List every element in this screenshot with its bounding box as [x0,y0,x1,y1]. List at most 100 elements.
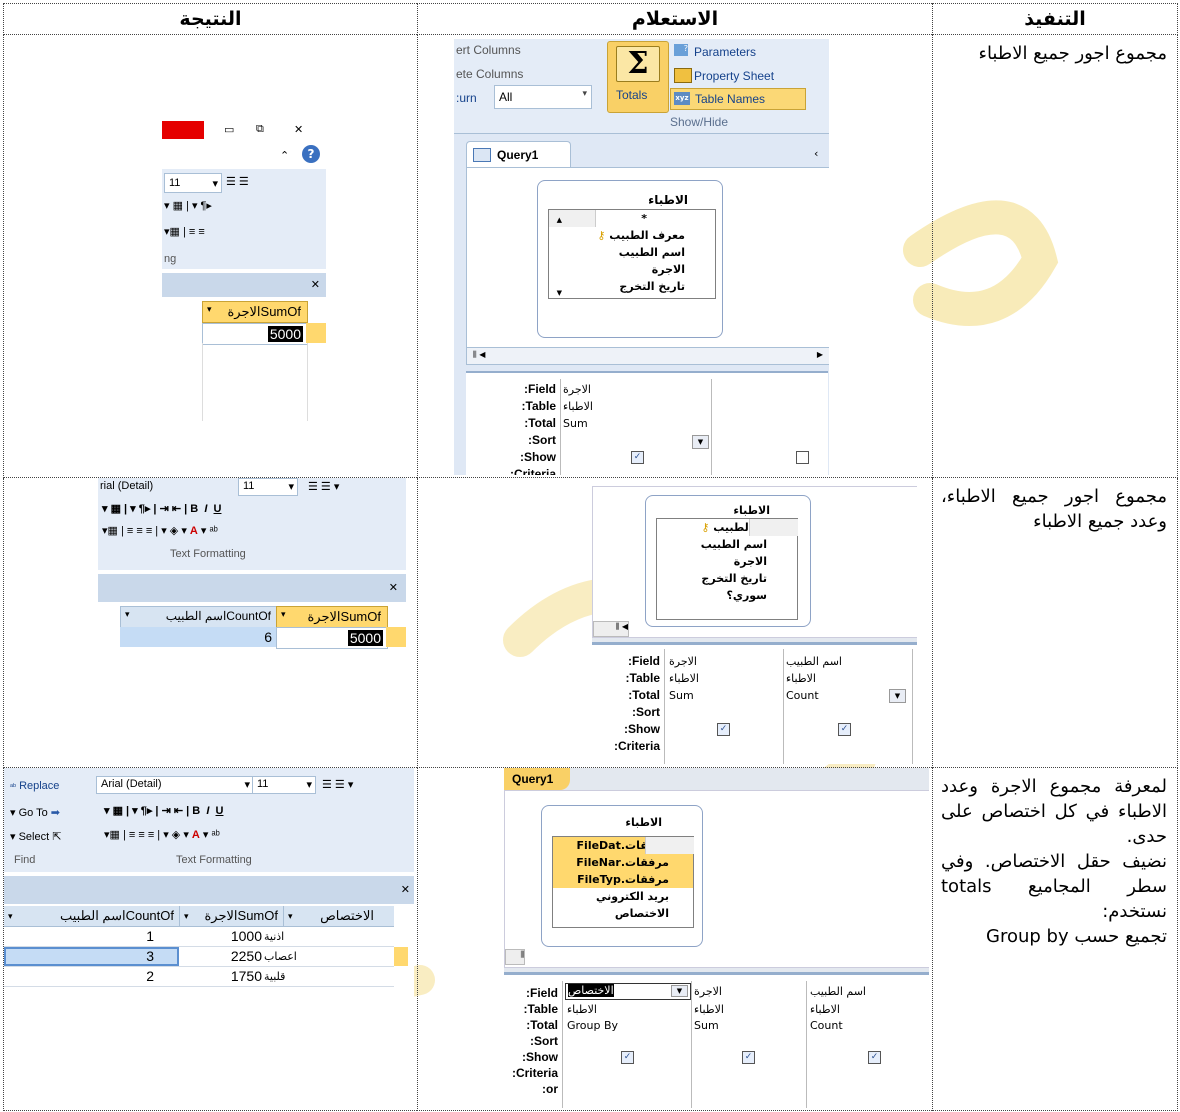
rtl-icon[interactable]: ▸¶ ▾ | ▦ ▾ [164,199,212,212]
grid-column-1[interactable]: الاجرة الاطباء Sum ▼ ✓ [560,379,712,475]
restore-icon[interactable]: ⧉ [256,123,264,136]
table-row[interactable]: 3 2250 اعصاب [4,947,408,967]
tab-query1[interactable]: Query1 [504,768,570,790]
insert-columns-button[interactable]: ert Columns [456,43,521,57]
grid2-col2-table[interactable]: الاطباء [786,672,816,685]
checkbox-icon[interactable]: ✓ [717,723,730,736]
color-icons[interactable]: A ▾ ᵃᵇ ▾ ◈ ▾ | ≡ ≡ ≡ | ▦▾ [102,524,218,537]
dropdown-icon[interactable]: ▼ [671,985,688,997]
grid2-col1-total[interactable]: Sum [669,689,694,702]
field-fee[interactable]: الاجرة [549,261,715,278]
chevron-down-icon[interactable]: ▾ [125,610,130,620]
checkbox-icon[interactable]: ✓ [838,723,851,736]
close-icon[interactable]: › [814,147,818,160]
field-doctor-name[interactable]: اسم الطبيب [657,536,797,553]
column-header-count[interactable]: CountOfاسم الطبيب ▾ [5,906,181,926]
cell-sum[interactable]: 5000 [202,323,308,345]
bold-icon[interactable]: B [190,503,198,515]
field-list[interactable]: ▲ ▼ * معرف الطبيب ⚷ اسم الطبيب الاجرة تار… [548,209,716,299]
field-attach-filetype[interactable]: مرفقات.FileTyp [553,871,693,888]
grid3-col3-field[interactable]: اسم الطبيب [810,985,866,998]
grid-column-2[interactable]: اسم الطبيب الاطباء Count ▼ ✓ [782,649,913,764]
field-attach-filename[interactable]: مرفقات.FileNar [553,854,693,871]
checkbox-icon[interactable]: ✓ [742,1051,755,1064]
table-names-button[interactable]: xyz Table Names [670,88,806,110]
grid2-col2-field[interactable]: اسم الطبيب [786,655,842,668]
chevron-up-icon[interactable]: ⌃ [280,149,289,162]
list-icon[interactable]: ▾ ☰ ☰ [322,778,353,791]
close-icon[interactable]: ✕ [401,883,410,896]
close-icon[interactable]: ✕ [389,581,398,594]
scrollbar[interactable]: ▲ ▼ [549,210,596,297]
horizontal-scrollbar[interactable]: ⫼ [505,949,525,965]
parameters-button[interactable]: ? Parameters [674,41,824,63]
italic-icon[interactable]: I [206,805,209,817]
checkbox-icon[interactable]: ✓ [631,451,644,464]
column-header-specialty[interactable]: الاختصاص ▾ [283,906,394,926]
field-email[interactable]: بريد الكتروني [553,888,693,905]
checkbox-icon[interactable]: ✓ [868,1051,881,1064]
format-icons[interactable]: B I U | ⇤ ⇥ | ▸¶ ▾ | ▦ ▾ [104,804,223,817]
grid-column-3[interactable]: اسم الطبيب الاطباء Count ✓ [806,981,929,1108]
font-size-select[interactable]: 11 ▾ [238,478,298,496]
grid3-col1-total[interactable]: Group By [567,1019,618,1032]
grid1-total[interactable]: Sum [563,417,588,430]
color-icons[interactable]: A ▾ ᵃᵇ ▾ ◈ ▾ | ≡ ≡ ≡ | ▦▾ [104,828,220,841]
table-box[interactable]: الاطباء ▲ ▼ * معرف الطبيب ⚷ اسم الطبيب ال… [537,180,723,338]
column-header-sum[interactable]: SumOfالاجرة ▾ [179,906,284,926]
table-box-2[interactable]: الاطباء معرف الطبيب ⚷ اسم الطبيب الاجرة … [645,495,811,627]
font-size-select[interactable]: 11 ▾ [252,776,316,794]
cell-count[interactable]: 6 [120,627,276,647]
checkbox-icon[interactable] [796,451,809,464]
column-header-sum[interactable]: SumOfالاجرة ▾ [276,606,388,628]
grid-column-2[interactable]: الاجرة الاطباء Sum ✓ [690,981,807,1108]
horizontal-scrollbar[interactable]: ◀ ⫼ ▶ [466,347,829,365]
totals-button[interactable]: Σ Totals [607,41,669,113]
record-selector[interactable] [386,627,406,647]
field-fee[interactable]: الاجرة [657,553,797,570]
table-row[interactable]: 1 1000 اذنية [4,927,394,947]
column-header-count[interactable]: CountOfاسم الطبيب ▾ [120,606,278,628]
grid3-col1-table[interactable]: الاطباء [567,1003,597,1016]
format-icons[interactable]: B I U | ⇤ ⇥ | ▸¶ ▾ | ▦ ▾ [102,502,221,515]
field-graduation-date[interactable]: تاريخ التخرج [549,278,715,295]
align-icon[interactable]: ≡ ≡ | ▦▾ [164,225,205,238]
scrollbar[interactable] [749,519,798,536]
underline-icon[interactable]: U [216,805,224,817]
font-select[interactable]: Arial (Detail) ▾ [96,776,254,794]
grid2-col1-table[interactable]: الاطباء [669,672,699,685]
dropdown-icon[interactable]: ▼ [889,689,906,703]
close-icon[interactable]: ✕ [294,123,303,136]
delete-columns-button[interactable]: ete Columns [456,67,523,81]
return-select[interactable]: All ▾ [494,85,592,109]
help-icon[interactable]: ? [302,145,320,163]
grid-column-1[interactable]: الاختصاص ▼ الاطباء Group By ✓ [562,981,692,1108]
field-specialty[interactable]: الاختصاص [553,905,693,922]
field-doctor-name[interactable]: اسم الطبيب [549,244,715,261]
dropdown-icon[interactable]: ▼ [692,435,709,449]
field-select[interactable]: الاختصاص ▼ [565,983,691,1000]
chevron-down-icon[interactable]: ▾ [281,610,286,620]
close-icon[interactable]: ✕ [311,278,320,291]
table-box-3[interactable]: الاطباء مرفقات.FileDat مرفقات.FileNar مر… [541,805,703,947]
chevron-down-icon[interactable]: ▾ [207,305,212,315]
grid3-col3-table[interactable]: الاطباء [810,1003,840,1016]
list-icon[interactable]: ☰ ☰ [226,175,249,188]
bold-icon[interactable]: B [192,805,200,817]
grid-column-1[interactable]: الاجرة الاطباء Sum ✓ [664,649,784,764]
grid1-field[interactable]: الاجرة [563,383,591,396]
grid2-col1-field[interactable]: الاجرة [669,655,697,668]
field-graduation-date[interactable]: تاريخ التخرج [657,570,797,587]
horizontal-scrollbar[interactable]: ◀ ⫼ [593,621,629,637]
grid3-col3-total[interactable]: Count [810,1019,843,1032]
checkbox-icon[interactable]: ✓ [621,1051,634,1064]
table-row[interactable]: 2 1750 قلبية [4,967,394,987]
record-selector[interactable] [306,323,326,343]
record-selector[interactable] [394,947,408,966]
select-button[interactable]: ⇱ Select ▾ [10,830,61,843]
scrollbar[interactable] [645,837,694,854]
property-sheet-button[interactable]: Property Sheet [674,65,824,87]
cell-sum[interactable]: 5000 [276,627,388,649]
grid2-col2-total[interactable]: Count [786,689,819,702]
grid1-table[interactable]: الاطباء [563,400,593,413]
